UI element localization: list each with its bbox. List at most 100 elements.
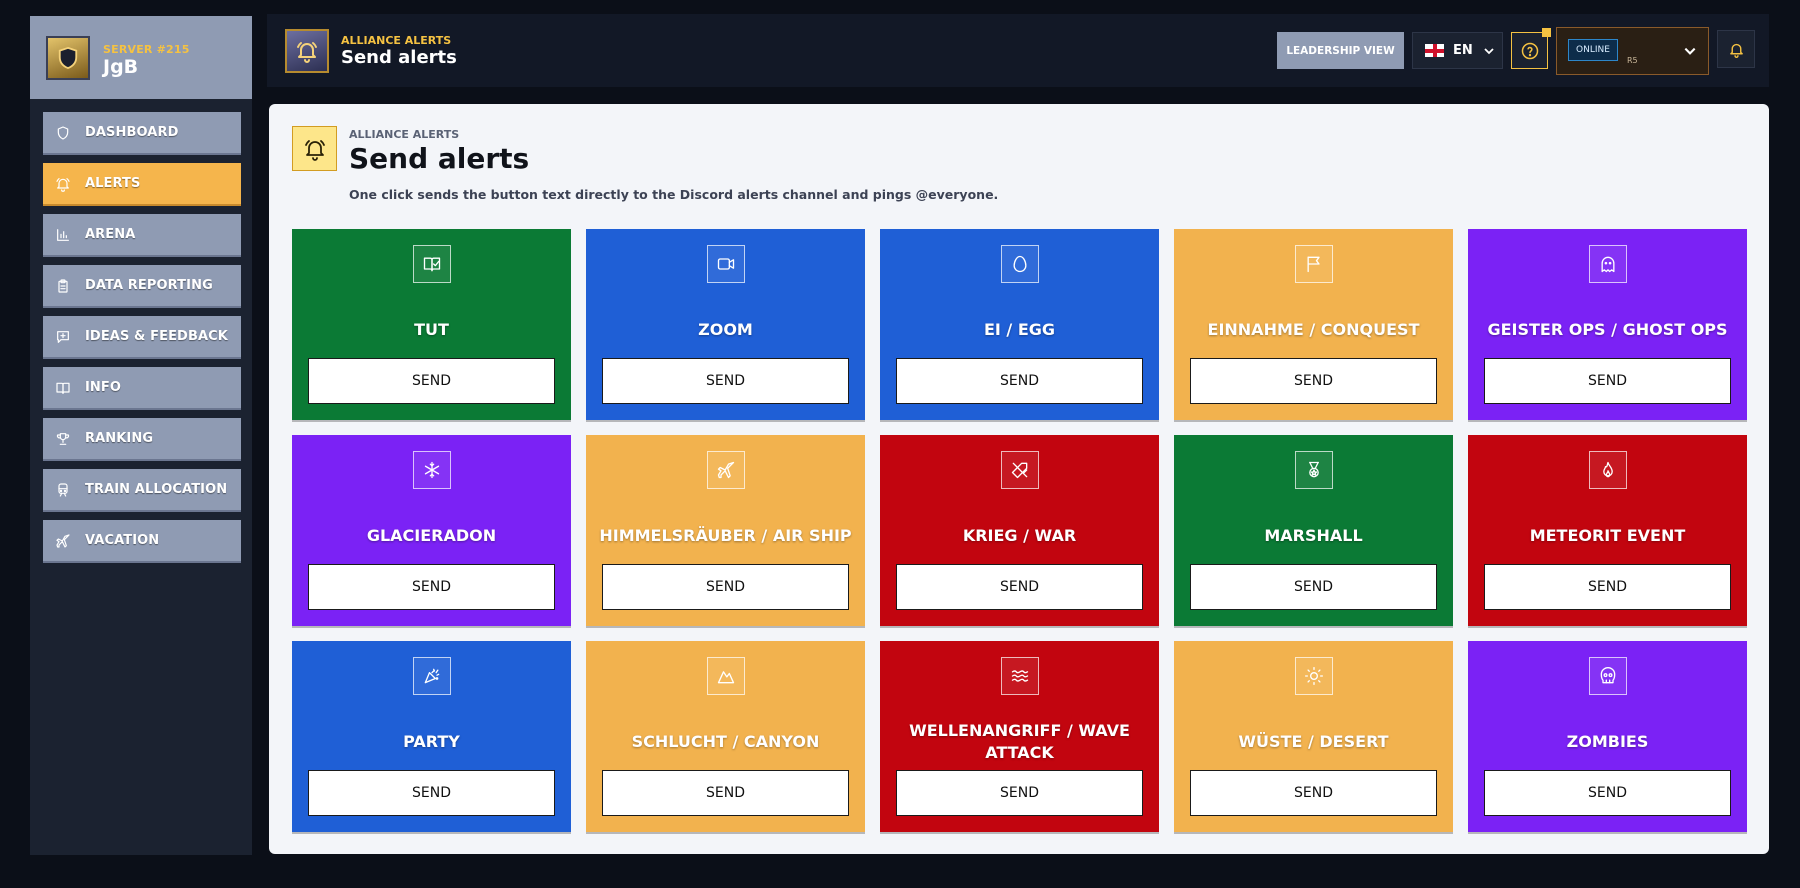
alert-title: HIMMELSRÄUBER / AIR SHIP: [599, 526, 852, 546]
send-button[interactable]: SEND: [1190, 564, 1437, 610]
chevron-down-icon: [1484, 47, 1494, 54]
alert-title: WÜSTE / DESERT: [1238, 732, 1389, 752]
alert-card: GEISTER OPS / GHOST OPS SEND: [1468, 229, 1747, 420]
flame-icon: [1589, 451, 1627, 489]
train-icon: [55, 482, 71, 498]
sidebar-item-vacation[interactable]: VACATION: [43, 520, 241, 563]
alert-card: HIMMELSRÄUBER / AIR SHIP SEND: [586, 435, 865, 626]
send-button[interactable]: SEND: [308, 770, 555, 816]
send-button[interactable]: SEND: [896, 358, 1143, 404]
swords-icon: [1001, 451, 1039, 489]
page-kicker: ALLIANCE ALERTS: [349, 128, 460, 141]
alert-title: EI / EGG: [983, 320, 1056, 340]
send-button[interactable]: SEND: [896, 564, 1143, 610]
video-icon: [707, 245, 745, 283]
send-button[interactable]: SEND: [602, 358, 849, 404]
alert-title: EINNAHME / CONQUEST: [1207, 320, 1420, 340]
alert-title: MARSHALL: [1264, 526, 1363, 546]
language-code: EN: [1453, 43, 1473, 58]
sidebar-item-alerts[interactable]: ALERTS: [43, 163, 241, 206]
server-name: JgB: [103, 56, 139, 78]
send-button[interactable]: SEND: [1190, 770, 1437, 816]
sidebar-item-label: DASHBOARD: [85, 125, 179, 140]
header-title: Send alerts: [341, 47, 457, 68]
alert-title: METEORIT EVENT: [1529, 526, 1686, 546]
alert-title: PARTY: [403, 732, 460, 752]
alert-card: GLACIERADON SEND: [292, 435, 571, 626]
notifications-button[interactable]: [1717, 30, 1755, 68]
clipboard-icon: [55, 278, 71, 294]
help-circle-icon: [1521, 42, 1538, 59]
sidebar-item-ideas-feedback[interactable]: IDEAS & FEEDBACK: [43, 316, 241, 359]
sidebar-item-label: ARENA: [85, 227, 136, 242]
sidebar-item-label: DATA REPORTING: [85, 278, 213, 293]
medal-icon: [1295, 451, 1333, 489]
sidebar-item-arena[interactable]: ARENA: [43, 214, 241, 257]
alert-title: GEISTER OPS / GHOST OPS: [1487, 320, 1728, 340]
alert-card: ZOMBIES SEND: [1468, 641, 1747, 832]
bar-chart-icon: [55, 227, 71, 243]
server-label: SERVER #215: [103, 43, 190, 56]
send-button[interactable]: SEND: [308, 358, 555, 404]
skull-icon: [1589, 657, 1627, 695]
waves-icon: [1001, 657, 1039, 695]
user-menu[interactable]: ONLINE R5: [1556, 27, 1709, 75]
send-button[interactable]: SEND: [1484, 770, 1731, 816]
alert-card: EI / EGG SEND: [880, 229, 1159, 420]
send-button[interactable]: SEND: [308, 564, 555, 610]
alert-title: ZOMBIES: [1566, 732, 1649, 752]
help-button[interactable]: [1511, 32, 1548, 69]
page-description: One click sends the button text directly…: [349, 187, 999, 202]
alert-card: SCHLUCHT / CANYON SEND: [586, 641, 865, 832]
send-button[interactable]: SEND: [602, 770, 849, 816]
sidebar-item-label: INFO: [85, 380, 122, 395]
bell-badge-icon: [285, 29, 329, 73]
plane-icon: [707, 451, 745, 489]
notification-dot: [1542, 28, 1551, 37]
send-button[interactable]: SEND: [896, 770, 1143, 816]
alert-title: WELLENANGRIFF / WAVE ATTACK: [909, 721, 1130, 762]
alert-card: ZOOM SEND: [586, 229, 865, 420]
trophy-icon: [55, 431, 71, 447]
send-button[interactable]: SEND: [1484, 564, 1731, 610]
sidebar-item-ranking[interactable]: RANKING: [43, 418, 241, 461]
shield-crest-icon: [46, 36, 90, 80]
sidebar-item-label: IDEAS & FEEDBACK: [85, 329, 228, 344]
sidebar-item-label: ALERTS: [85, 176, 141, 191]
bell-icon: [55, 176, 71, 192]
send-button[interactable]: SEND: [1190, 358, 1437, 404]
leadership-view-button[interactable]: LEADERSHIP VIEW: [1277, 32, 1404, 69]
bell-icon: [1729, 43, 1743, 58]
sidebar-item-data-reporting[interactable]: DATA REPORTING: [43, 265, 241, 308]
alert-title: ZOOM: [698, 320, 753, 340]
main-panel: ALLIANCE ALERTS Send alerts One click se…: [269, 104, 1769, 854]
alert-card: PARTY SEND: [292, 641, 571, 832]
alert-title: KRIEG / WAR: [962, 526, 1077, 546]
alert-card: WÜSTE / DESERT SEND: [1174, 641, 1453, 832]
mountain-icon: [707, 657, 745, 695]
england-flag-icon: [1425, 44, 1444, 57]
message-plus-icon: [55, 329, 71, 345]
alert-title: SCHLUCHT / CANYON: [631, 732, 820, 752]
status-badge: ONLINE: [1568, 39, 1618, 61]
ghost-icon: [1589, 245, 1627, 283]
send-button[interactable]: SEND: [1484, 358, 1731, 404]
party-popper-icon: [413, 657, 451, 695]
sun-icon: [1295, 657, 1333, 695]
user-rank: R5: [1627, 56, 1638, 65]
language-select[interactable]: EN: [1412, 32, 1503, 69]
book-icon: [55, 380, 71, 396]
sidebar-item-train-allocation[interactable]: TRAIN ALLOCATION: [43, 469, 241, 512]
sidebar-item-info[interactable]: INFO: [43, 367, 241, 410]
bell-icon: [292, 126, 337, 171]
server-card: SERVER #215 JgB: [30, 16, 252, 99]
send-button[interactable]: SEND: [602, 564, 849, 610]
top-header: ALLIANCE ALERTS Send alerts LEADERSHIP V…: [267, 14, 1769, 87]
alert-card: MARSHALL SEND: [1174, 435, 1453, 626]
sidebar-item-label: VACATION: [85, 533, 160, 548]
alert-title: TUT: [414, 320, 449, 340]
shield-icon: [55, 125, 71, 141]
plane-icon: [55, 533, 71, 549]
sidebar-item-dashboard[interactable]: DASHBOARD: [43, 112, 241, 155]
alerts-grid: TUT SEND ZOOM SEND EI / EGG SEND EINNAHME / CO…: [292, 229, 1752, 839]
